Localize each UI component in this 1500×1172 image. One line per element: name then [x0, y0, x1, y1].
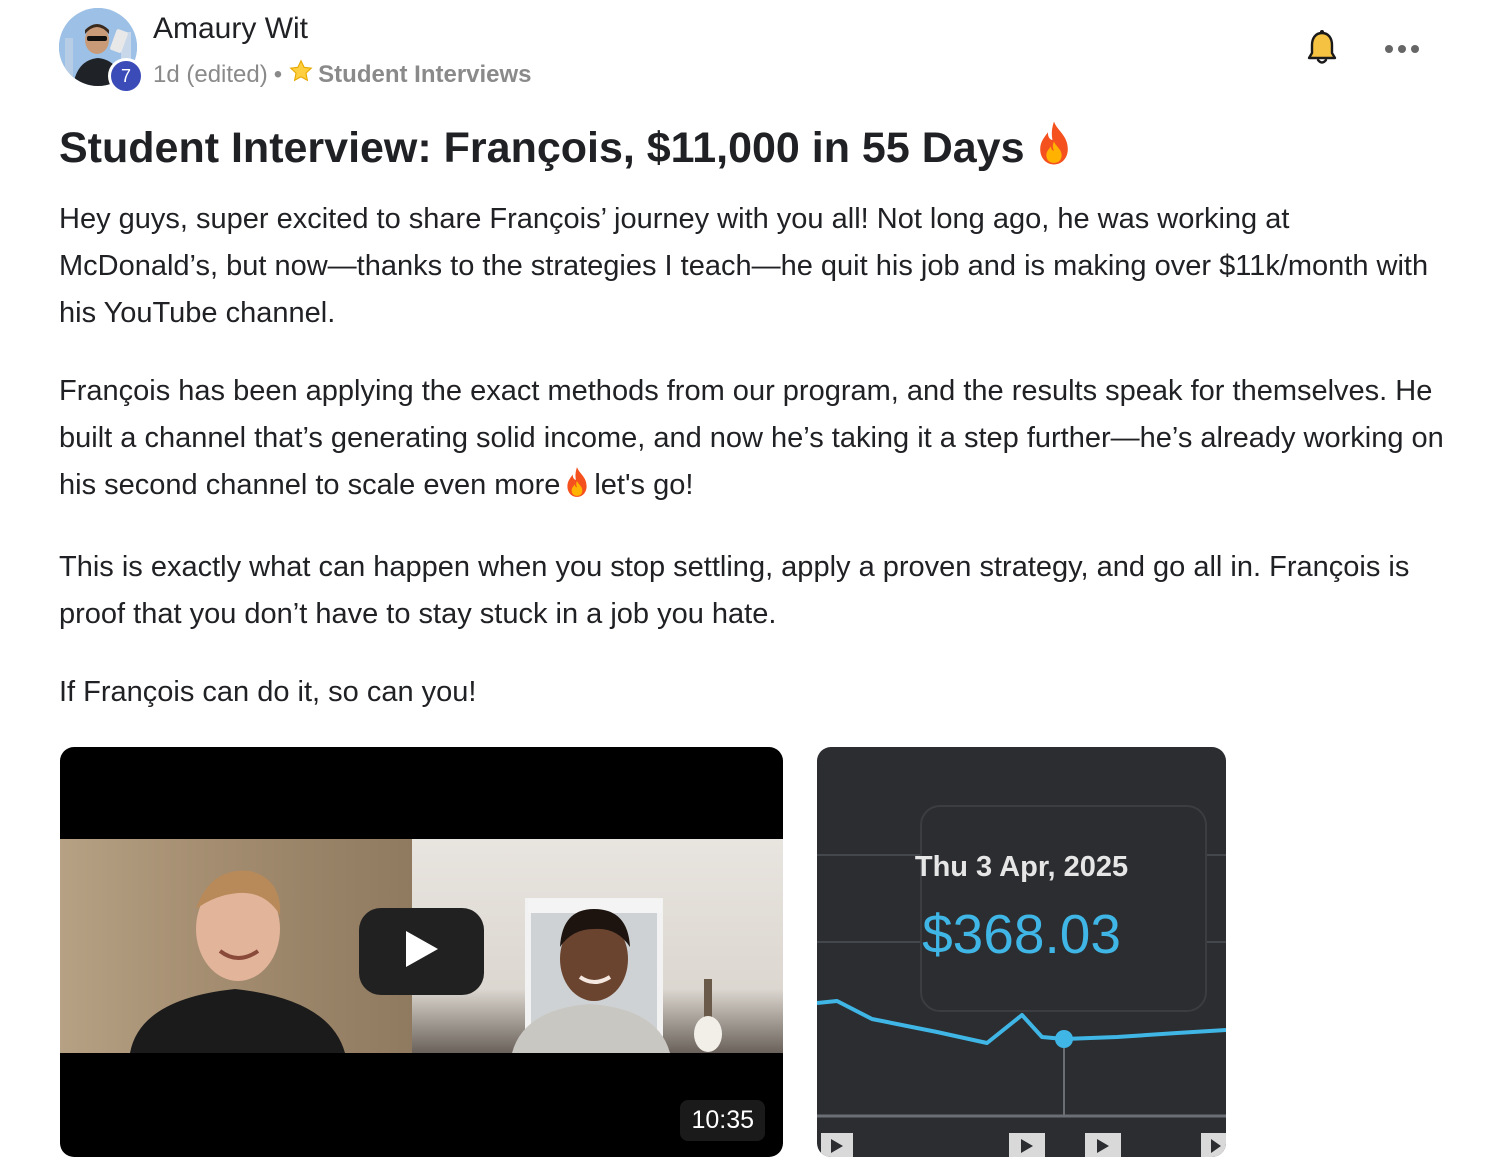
post-paragraph-text: François has been applying the exact met…: [59, 375, 1444, 501]
more-horizontal-icon: [1384, 41, 1420, 59]
meta-separator: •: [273, 60, 283, 88]
fire-icon: [1035, 120, 1073, 177]
video-duration: 10:35: [680, 1100, 765, 1141]
post-body: Hey guys, super excited to share Françoi…: [59, 196, 1444, 747]
bell-icon: [1306, 29, 1338, 72]
play-button[interactable]: [359, 908, 484, 995]
post-title: Student Interview: François, $11,000 in …: [59, 120, 1073, 177]
tooltip-date: Thu 3 Apr, 2025: [914, 851, 1129, 883]
tooltip-value: $368.03: [922, 903, 1121, 965]
author-name[interactable]: Amaury Wit: [153, 12, 308, 46]
level-badge: 7: [108, 58, 144, 94]
play-icon: [404, 929, 440, 974]
star-icon: [288, 58, 314, 91]
post-meta: 1d (edited) • Student Interviews: [153, 58, 532, 91]
video-attachment[interactable]: 10:35: [60, 747, 783, 1157]
more-options-button[interactable]: [1378, 30, 1426, 70]
post-time[interactable]: 1d (edited): [153, 61, 268, 89]
chart-image-attachment[interactable]: Thu 3 Apr, 2025 $368.03: [817, 747, 1226, 1157]
notification-bell-button[interactable]: [1300, 28, 1344, 72]
post-paragraph-text: let's go!: [594, 469, 694, 501]
post-paragraph: François has been applying the exact met…: [59, 368, 1444, 513]
fire-icon: [564, 466, 590, 513]
post-paragraph: This is exactly what can happen when you…: [59, 551, 1410, 630]
category-link[interactable]: Student Interviews: [318, 61, 531, 89]
post-paragraph: If François can do it, so can you!: [59, 676, 477, 708]
post-title-text: Student Interview: François, $11,000 in …: [59, 124, 1025, 172]
post-paragraph: Hey guys, super excited to share Françoi…: [59, 203, 1429, 329]
